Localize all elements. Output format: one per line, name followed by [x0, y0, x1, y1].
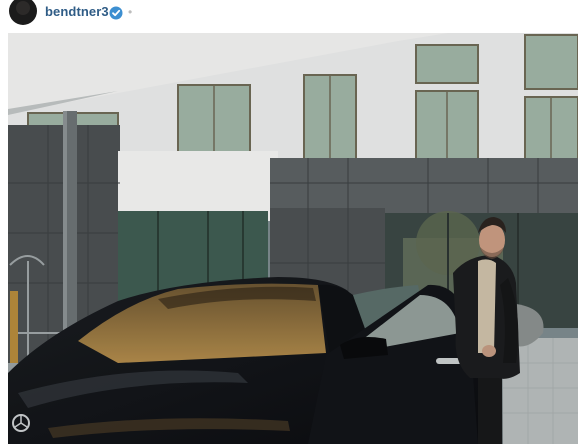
- photo-illustration: [8, 33, 578, 444]
- post-header: bendtner3 •: [0, 0, 584, 30]
- user-avatar[interactable]: [9, 0, 37, 25]
- verified-badge-icon: [109, 6, 123, 20]
- username-link[interactable]: bendtner3: [45, 4, 109, 19]
- header-separator: •: [128, 5, 133, 19]
- post-photo[interactable]: [8, 33, 578, 444]
